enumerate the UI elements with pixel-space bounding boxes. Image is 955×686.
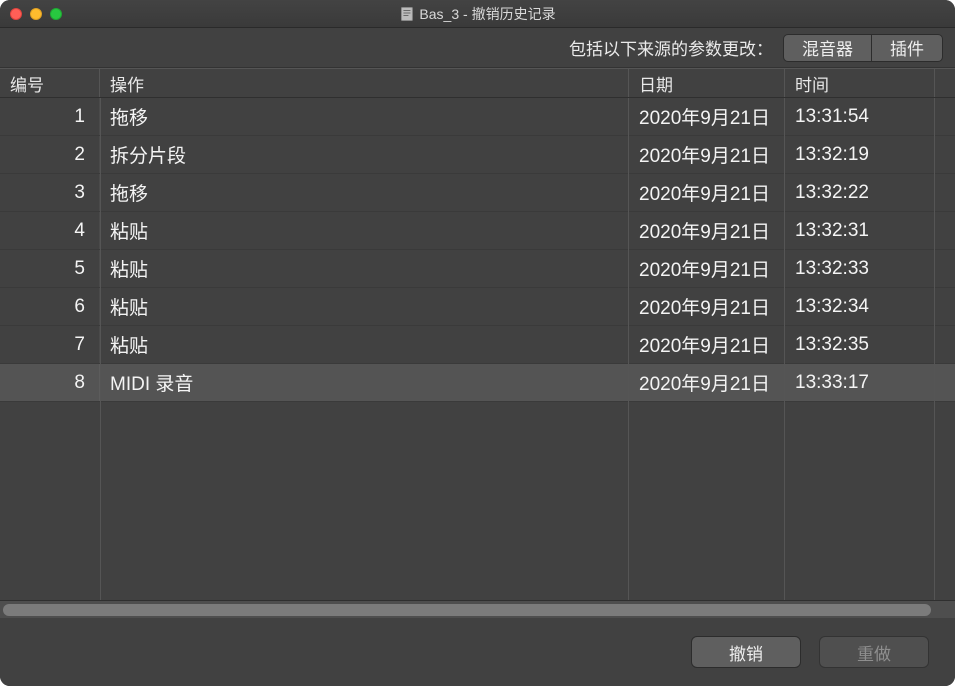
table-row[interactable]: 1拖移2020年9月21日13:31:54 — [0, 98, 955, 136]
cell-number: 8 — [0, 364, 100, 401]
table-row[interactable]: 5粘贴2020年9月21日13:32:33 — [0, 250, 955, 288]
source-toggle-group: 混音器 插件 — [783, 34, 943, 62]
window-title-text: Bas_3 - 撤销历史记录 — [419, 4, 555, 24]
cell-date: 2020年9月21日 — [629, 326, 785, 363]
cell-number: 3 — [0, 174, 100, 211]
table-body[interactable]: 1拖移2020年9月21日13:31:542拆分片段2020年9月21日13:3… — [0, 98, 955, 600]
cell-time: 13:33:17 — [785, 364, 935, 401]
cell-date: 2020年9月21日 — [629, 212, 785, 249]
table-row[interactable]: 6粘贴2020年9月21日13:32:34 — [0, 288, 955, 326]
col-header-pad — [935, 69, 955, 97]
cell-pad — [935, 136, 955, 173]
cell-time: 13:32:19 — [785, 136, 935, 173]
cell-operation: 粘贴 — [100, 288, 629, 325]
cell-time: 13:32:22 — [785, 174, 935, 211]
horizontal-scrollbar[interactable] — [0, 600, 955, 618]
traffic-lights — [10, 8, 62, 20]
table-row[interactable]: 8MIDI 录音2020年9月21日13:33:17 — [0, 364, 955, 402]
cell-time: 13:32:33 — [785, 250, 935, 287]
cell-pad — [935, 326, 955, 363]
cell-pad — [935, 364, 955, 401]
cell-operation: 拖移 — [100, 174, 629, 211]
cell-time: 13:31:54 — [785, 98, 935, 135]
plugins-toggle[interactable]: 插件 — [871, 34, 943, 62]
undo-button[interactable]: 撤销 — [691, 636, 801, 668]
col-header-date[interactable]: 日期 — [629, 69, 785, 97]
cell-operation: 粘贴 — [100, 212, 629, 249]
cell-time: 13:32:31 — [785, 212, 935, 249]
cell-time: 13:32:34 — [785, 288, 935, 325]
cell-date: 2020年9月21日 — [629, 250, 785, 287]
cell-number: 6 — [0, 288, 100, 325]
mixer-toggle[interactable]: 混音器 — [783, 34, 871, 62]
cell-pad — [935, 174, 955, 211]
table-header: 编号 操作 日期 时间 — [0, 68, 955, 98]
cell-pad — [935, 288, 955, 325]
filter-bar: 包括以下来源的参数更改： 混音器 插件 — [0, 28, 955, 68]
cell-time: 13:32:35 — [785, 326, 935, 363]
cell-operation: MIDI 录音 — [100, 364, 629, 401]
cell-date: 2020年9月21日 — [629, 136, 785, 173]
minimize-button[interactable] — [30, 8, 42, 20]
cell-operation: 拖移 — [100, 98, 629, 135]
col-header-time[interactable]: 时间 — [785, 69, 935, 97]
scrollbar-thumb[interactable] — [3, 604, 931, 616]
cell-pad — [935, 212, 955, 249]
cell-operation: 粘贴 — [100, 326, 629, 363]
cell-pad — [935, 98, 955, 135]
footer: 撤销 重做 — [0, 618, 955, 686]
cell-operation: 粘贴 — [100, 250, 629, 287]
cell-number: 2 — [0, 136, 100, 173]
cell-date: 2020年9月21日 — [629, 364, 785, 401]
cell-pad — [935, 250, 955, 287]
cell-date: 2020年9月21日 — [629, 98, 785, 135]
cell-date: 2020年9月21日 — [629, 288, 785, 325]
table-row[interactable]: 4粘贴2020年9月21日13:32:31 — [0, 212, 955, 250]
col-header-operation[interactable]: 操作 — [100, 69, 629, 97]
cell-number: 1 — [0, 98, 100, 135]
cell-operation: 拆分片段 — [100, 136, 629, 173]
zoom-button[interactable] — [50, 8, 62, 20]
undo-history-window: Bas_3 - 撤销历史记录 包括以下来源的参数更改： 混音器 插件 编号 操作… — [0, 0, 955, 686]
window-title: Bas_3 - 撤销历史记录 — [399, 4, 555, 24]
cell-number: 5 — [0, 250, 100, 287]
filter-label: 包括以下来源的参数更改： — [569, 35, 773, 60]
cell-number: 4 — [0, 212, 100, 249]
table-row[interactable]: 2拆分片段2020年9月21日13:32:19 — [0, 136, 955, 174]
document-icon — [399, 7, 413, 21]
table-row[interactable]: 3拖移2020年9月21日13:32:22 — [0, 174, 955, 212]
cell-date: 2020年9月21日 — [629, 174, 785, 211]
table-row[interactable]: 7粘贴2020年9月21日13:32:35 — [0, 326, 955, 364]
titlebar: Bas_3 - 撤销历史记录 — [0, 0, 955, 28]
redo-button: 重做 — [819, 636, 929, 668]
cell-number: 7 — [0, 326, 100, 363]
col-header-number[interactable]: 编号 — [0, 69, 100, 97]
close-button[interactable] — [10, 8, 22, 20]
